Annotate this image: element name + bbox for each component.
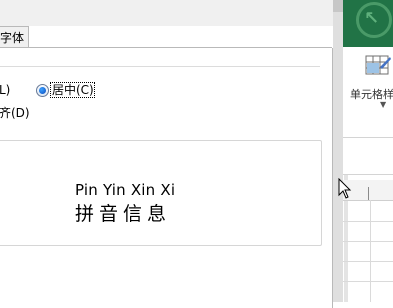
grid-row-line [343,261,393,262]
dialog-corner [333,0,343,12]
option-center-label[interactable]: 居中(C) [52,83,94,97]
chevron-down-icon[interactable]: ▼ [380,100,386,109]
formula-bar[interactable] [343,148,393,175]
ribbon-divider [343,137,393,138]
column-divider[interactable] [368,187,369,200]
cell-styles-icon[interactable] [364,53,392,79]
grid-column-line [370,200,371,302]
grid-row-line [343,281,393,282]
option-distributed-label[interactable]: 齐(D) [0,106,30,120]
option-left-label[interactable]: L) [0,83,10,97]
cell-styles-label[interactable]: 单元格样 [350,86,393,102]
preview-pinyin: Pin Yin Xin Xi [75,181,176,199]
group-divider [0,66,320,67]
preview-hanzi: 拼音信息 [75,203,172,225]
tab-font[interactable]: 字体 [0,26,29,48]
dialog-tab-strip [0,0,338,26]
excel-logo-arrow-icon: ↖ [364,8,380,29]
radio-center-selected-dot [39,87,46,94]
dialog-border [333,0,343,302]
mouse-pointer-icon [338,178,352,199]
grid-row-line [343,221,393,222]
grid-row-line [343,241,393,242]
